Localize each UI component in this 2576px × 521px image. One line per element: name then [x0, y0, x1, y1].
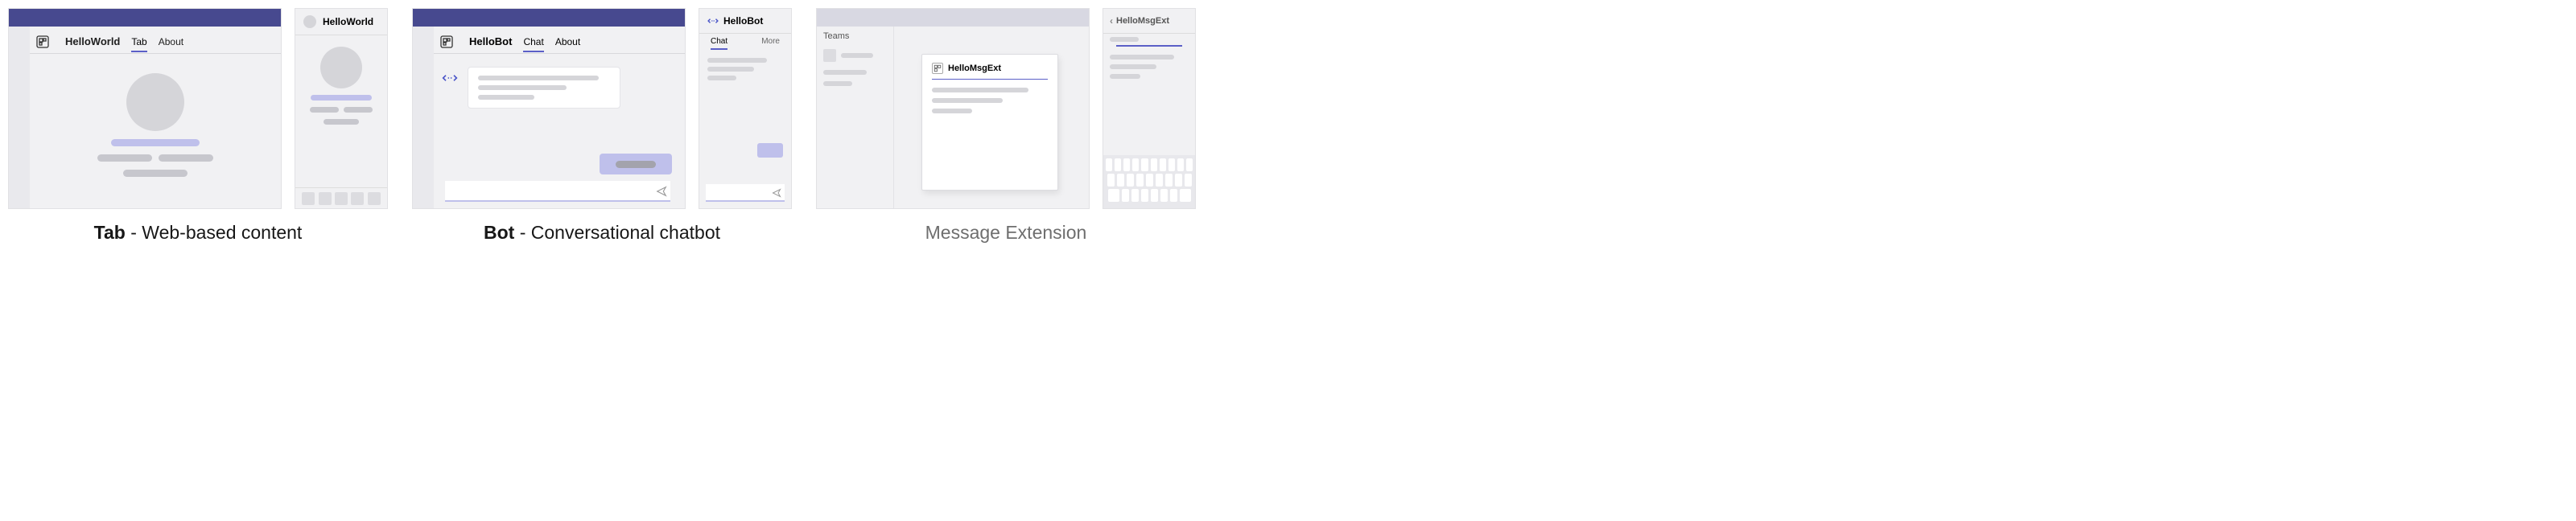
extension-card: HelloMsgExt: [921, 54, 1058, 191]
placeholder-line: [707, 76, 736, 80]
back-icon[interactable]: ‹: [1110, 15, 1113, 27]
placeholder-line: [932, 88, 1028, 92]
tab-chat[interactable]: Chat: [711, 34, 727, 50]
mobile-content: [295, 35, 387, 136]
tab-about[interactable]: About: [159, 31, 183, 52]
bot-icon: [442, 70, 458, 86]
nav-item[interactable]: [302, 192, 315, 205]
left-rail: [413, 27, 434, 208]
sidebar-item[interactable]: [823, 49, 887, 62]
app-icon: [36, 35, 49, 48]
card-divider: [932, 79, 1048, 80]
avatar-placeholder: [126, 73, 184, 131]
tab-desktop-window: HelloWorld Tab About: [8, 8, 282, 209]
tab-content: [30, 54, 281, 177]
group-bot: HelloBot Chat About: [412, 8, 792, 244]
placeholder-line: [97, 154, 152, 162]
placeholder-line: [1110, 74, 1140, 79]
bot-message: [468, 67, 620, 109]
app-title: HelloBot: [469, 35, 512, 47]
avatar-icon: [303, 15, 316, 28]
mobile-header: HelloBot: [699, 9, 791, 34]
nav-item[interactable]: [368, 192, 381, 205]
mobile-header: ‹ HelloMsgExt: [1103, 9, 1195, 34]
bot-mobile-window: HelloBot Chat More: [699, 8, 792, 209]
sidebar: Teams: [817, 27, 894, 208]
user-reply: [757, 143, 783, 158]
mobile-title: HelloWorld: [323, 16, 373, 27]
placeholder-line: [616, 161, 656, 168]
bot-icon: [707, 15, 719, 27]
placeholder-line: [932, 98, 1003, 103]
chat-area: [434, 54, 685, 179]
mobile-tabs: Chat More: [699, 34, 791, 50]
placeholder-line: [1110, 37, 1139, 42]
placeholder-line: [123, 170, 188, 177]
avatar-placeholder: [320, 47, 362, 88]
window-titlebar: [9, 9, 281, 27]
tab-about[interactable]: About: [555, 31, 580, 52]
group-tab: HelloWorld Tab About HelloWorld: [8, 8, 388, 244]
placeholder-line: [1110, 55, 1174, 59]
placeholder-line: [823, 70, 867, 75]
send-icon[interactable]: [656, 186, 667, 197]
sidebar-label: Teams: [823, 31, 887, 41]
diagram-row: HelloWorld Tab About HelloWorld: [0, 8, 2576, 244]
tab-header: HelloWorld Tab About: [9, 27, 281, 54]
group-msgext: Teams HelloMsgExt: [816, 8, 1196, 244]
bot-desktop-window: HelloBot Chat About: [412, 8, 686, 209]
tab-tab[interactable]: Tab: [131, 31, 146, 52]
window-titlebar: [817, 9, 1089, 27]
nav-item[interactable]: [335, 192, 348, 205]
mobile-title: HelloBot: [723, 15, 763, 27]
mobile-title: HelloMsgExt: [1116, 16, 1169, 26]
compose-input[interactable]: [706, 184, 785, 202]
app-title: HelloWorld: [65, 35, 120, 47]
placeholder-line: [823, 81, 852, 86]
mobile-header: HelloWorld: [295, 9, 387, 35]
placeholder-line: [841, 53, 873, 58]
card-app-icon: [932, 63, 943, 74]
keyboard[interactable]: [1103, 155, 1195, 208]
left-rail: [9, 27, 30, 208]
placeholder-line: [932, 109, 972, 113]
tab-more[interactable]: More: [761, 34, 780, 50]
placeholder-line: [111, 139, 200, 146]
user-reply: [600, 154, 672, 174]
placeholder-line: [324, 119, 359, 125]
card-title: HelloMsgExt: [948, 64, 1001, 73]
mobile-nav: [295, 187, 387, 208]
placeholder-line: [310, 107, 339, 113]
sidebar-icon: [823, 49, 836, 62]
caption-bot: Bot - Conversational chatbot: [484, 222, 720, 244]
placeholder-line: [159, 154, 213, 162]
msgext-desktop-window: Teams HelloMsgExt: [816, 8, 1090, 209]
placeholder-line: [1110, 64, 1156, 69]
compose-input[interactable]: [445, 181, 670, 202]
search-area: [1103, 34, 1195, 79]
send-icon[interactable]: [772, 188, 781, 198]
placeholder-line: [478, 85, 567, 90]
nav-item[interactable]: [351, 192, 364, 205]
placeholder-line: [344, 107, 373, 113]
nav-item[interactable]: [319, 192, 332, 205]
placeholder-line: [311, 95, 372, 101]
placeholder-line: [707, 67, 754, 72]
caption-tab: Tab - Web-based content: [94, 222, 303, 244]
msgext-mobile-window: ‹ HelloMsgExt: [1103, 8, 1196, 209]
bot-header: HelloBot Chat About: [413, 27, 685, 54]
caption-msgext: Message Extension: [925, 222, 1087, 244]
tab-mobile-window: HelloWorld: [295, 8, 388, 209]
window-titlebar: [413, 9, 685, 27]
placeholder-line: [707, 58, 767, 63]
placeholder-line: [478, 76, 599, 80]
placeholder-line: [478, 95, 534, 100]
tab-chat[interactable]: Chat: [523, 31, 543, 52]
app-icon: [440, 35, 453, 48]
chat-area: [699, 50, 791, 162]
